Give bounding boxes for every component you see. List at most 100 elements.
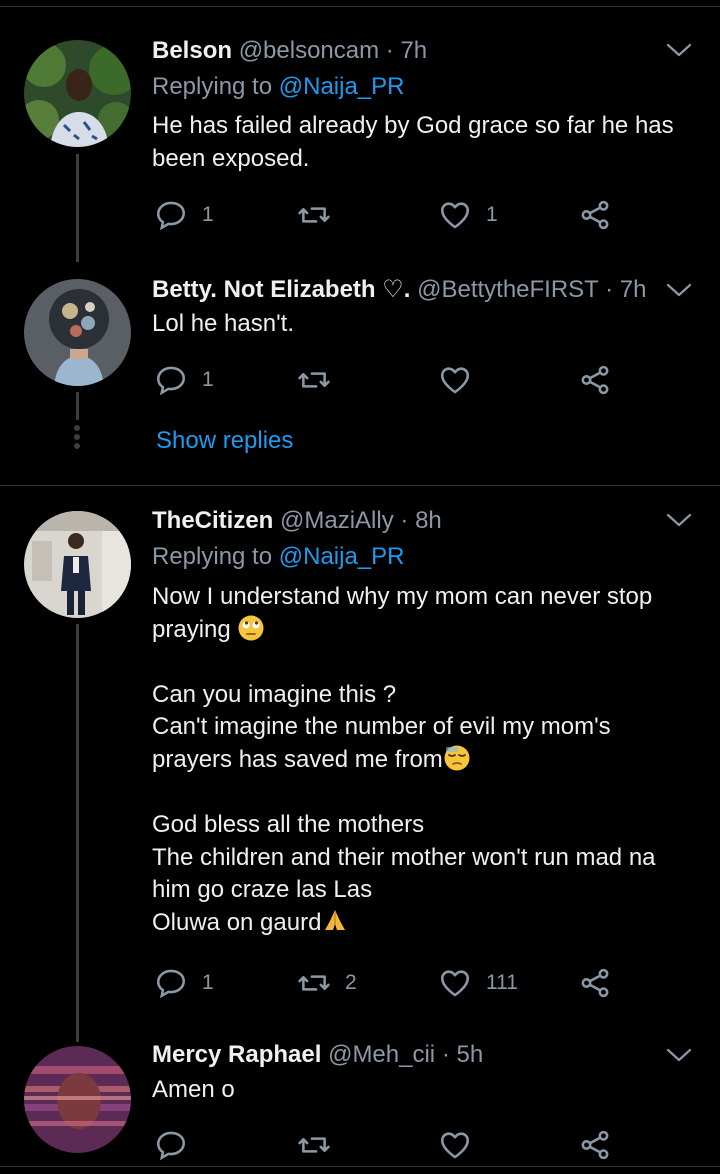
tweet-header: Belson @belsoncam · 7h — [152, 36, 427, 66]
action-bar: 1 1 — [152, 195, 622, 235]
text-line: Amen o — [152, 1076, 235, 1103]
action-bar: 1 — [152, 360, 622, 400]
reply-icon — [154, 198, 188, 232]
reply-button[interactable]: 1 — [154, 360, 214, 400]
display-name[interactable]: TheCitizen — [152, 507, 273, 534]
like-button[interactable]: 111 — [438, 963, 518, 1003]
text-line: Now I understand why my mom can never st… — [152, 583, 653, 610]
mention-link[interactable]: @Naija_PR — [279, 543, 405, 570]
text-line: him go craze las Las — [152, 876, 373, 904]
downcast-sweat-emoji-icon — [444, 745, 470, 771]
thread-line — [76, 624, 79, 1042]
top-divider — [0, 6, 720, 7]
text-line-with-emoji: Oluwa on gaurd — [152, 907, 702, 940]
tweet-text: Amen o — [152, 1074, 702, 1107]
praying-hands-emoji-icon — [325, 909, 346, 930]
reply-button[interactable]: 1 — [154, 963, 214, 1003]
heart-icon — [438, 966, 472, 1000]
heart-icon — [438, 1128, 472, 1162]
tweet-text: Now I understand why my mom can never st… — [152, 581, 702, 940]
share-icon — [578, 1128, 612, 1162]
like-button[interactable] — [438, 1125, 486, 1165]
chevron-down-icon[interactable] — [666, 42, 692, 58]
tweet-header: TheCitizen @MaziAlly · 8h — [152, 506, 442, 536]
like-button[interactable]: 1 — [438, 195, 498, 235]
like-count: 111 — [486, 971, 518, 994]
share-icon — [578, 363, 612, 397]
reply-button[interactable] — [154, 1125, 202, 1165]
tweet-header: Mercy Raphael @Meh_cii · 5h — [152, 1040, 483, 1070]
retweet-count: 2 — [345, 971, 357, 994]
tweet-text: Lol he hasn't. — [152, 308, 702, 341]
heart-icon — [438, 363, 472, 397]
retweet-icon — [297, 198, 331, 232]
chevron-down-icon[interactable] — [666, 282, 692, 298]
retweet-button[interactable] — [297, 360, 345, 400]
retweet-button[interactable] — [297, 195, 345, 235]
chevron-down-icon[interactable] — [666, 512, 692, 528]
action-bar — [152, 1125, 622, 1165]
avatar[interactable] — [24, 279, 131, 386]
retweet-button[interactable]: 2 — [297, 963, 357, 1003]
text-line: Can't imagine the number of evil my mom'… — [152, 713, 611, 741]
share-button[interactable] — [578, 963, 612, 1003]
replying-label: Replying to — [152, 543, 273, 570]
retweet-button[interactable] — [297, 1125, 345, 1165]
share-button[interactable] — [578, 195, 612, 235]
text-segment: praying — [152, 615, 231, 643]
timestamp[interactable]: · 7h — [386, 37, 427, 64]
eye-roll-emoji-icon — [238, 615, 264, 641]
chevron-down-icon[interactable] — [666, 1047, 692, 1063]
action-bar: 1 2 111 — [152, 963, 622, 1003]
thread-line — [76, 154, 79, 262]
reply-button[interactable]: 1 — [154, 195, 214, 235]
avatar[interactable] — [24, 40, 131, 147]
retweet-icon — [297, 1128, 331, 1162]
like-count: 1 — [486, 203, 498, 226]
tweet-header: Betty. Not Elizabeth ♡. @BettytheFIRST ·… — [152, 275, 646, 305]
thread-line — [76, 392, 79, 420]
display-name[interactable]: Betty. Not Elizabeth ♡. — [152, 276, 410, 303]
show-replies-link[interactable]: Show replies — [156, 427, 293, 455]
timestamp[interactable]: · 8h — [400, 507, 441, 534]
text-line — [152, 646, 702, 679]
handle[interactable]: @Meh_cii — [328, 1041, 435, 1068]
timestamp[interactable]: · 5h — [442, 1041, 483, 1068]
share-button[interactable] — [578, 360, 612, 400]
mention-link[interactable]: @Naija_PR — [279, 73, 405, 100]
timestamp[interactable]: · 7h — [605, 276, 646, 303]
text-line: The children and their mother won't run … — [152, 843, 656, 871]
reply-count: 1 — [202, 203, 214, 226]
share-button[interactable] — [578, 1125, 612, 1165]
retweet-icon — [297, 363, 331, 397]
text-line: been exposed. — [152, 144, 310, 172]
handle[interactable]: @BettytheFIRST — [417, 276, 598, 303]
display-name[interactable]: Belson — [152, 37, 232, 64]
tweet-text: He has failed already by God grace so fa… — [152, 110, 702, 175]
reply-count: 1 — [202, 368, 214, 391]
reply-count: 1 — [202, 971, 214, 994]
share-icon — [578, 198, 612, 232]
text-line — [152, 777, 702, 810]
reply-icon — [154, 363, 188, 397]
bottom-divider — [0, 1166, 720, 1167]
handle[interactable]: @belsoncam — [239, 37, 379, 64]
replying-label: Replying to — [152, 73, 273, 100]
text-segment: prayers has saved me from — [152, 745, 443, 773]
avatar[interactable] — [24, 511, 131, 618]
replying-to: Replying to @Naija_PR — [152, 542, 405, 572]
handle[interactable]: @MaziAlly — [280, 507, 394, 534]
text-line-with-emoji: prayers has saved me from — [152, 744, 702, 777]
text-segment: Oluwa on gaurd — [152, 908, 322, 936]
text-line: He has failed already by God grace so fa… — [152, 112, 674, 139]
like-button[interactable] — [438, 360, 486, 400]
retweet-icon — [297, 966, 331, 1000]
text-line-with-emoji: praying — [152, 614, 702, 647]
share-icon — [578, 966, 612, 1000]
avatar[interactable] — [24, 1046, 131, 1153]
reply-icon — [154, 966, 188, 1000]
display-name[interactable]: Mercy Raphael — [152, 1041, 321, 1068]
heart-icon — [438, 198, 472, 232]
text-line: God bless all the mothers — [152, 811, 425, 839]
more-replies-dots — [74, 425, 80, 452]
